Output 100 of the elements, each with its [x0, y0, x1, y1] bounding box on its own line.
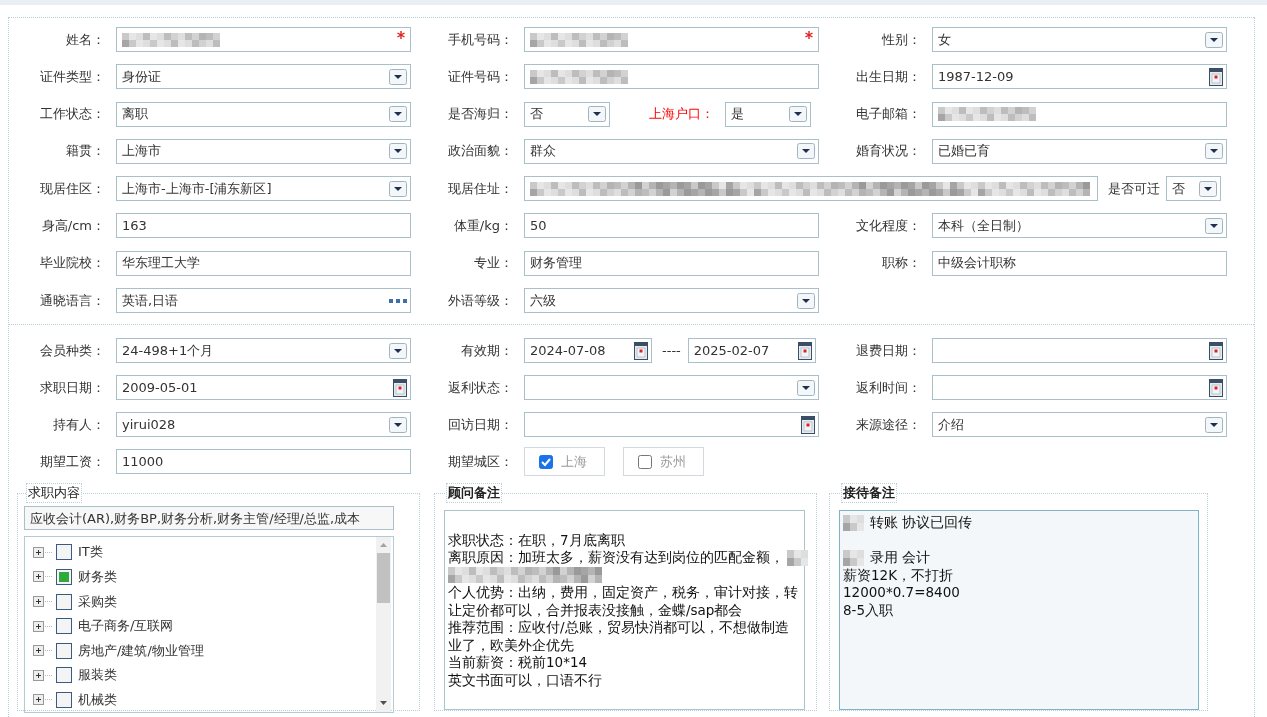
- dropdown-field[interactable]: 介绍: [932, 412, 1227, 438]
- expand-icon[interactable]: [33, 645, 53, 657]
- text-field[interactable]: 163: [116, 213, 411, 239]
- dropdown-field[interactable]: yirui028: [116, 412, 411, 438]
- tree-item[interactable]: 服装类: [78, 666, 117, 685]
- tree-item[interactable]: 电子商务/互联网: [78, 617, 174, 636]
- text-field[interactable]: 财务管理: [524, 250, 819, 276]
- tree-item[interactable]: 财务类: [78, 567, 117, 586]
- text-field[interactable]: [524, 64, 819, 90]
- expand-icon[interactable]: [33, 546, 53, 558]
- expand-icon[interactable]: [33, 620, 53, 632]
- note-text: 个人优势：出纳，费用，固定资产，税务，审计对接，转: [448, 584, 798, 602]
- dropdown-caret-icon[interactable]: [797, 379, 815, 396]
- note-text: 英文书面可以，口语不行: [448, 671, 602, 690]
- field-label: 文化程度：: [855, 217, 921, 235]
- dropdown-caret-icon[interactable]: [1205, 143, 1223, 160]
- dropdown-field[interactable]: 女: [932, 27, 1227, 52]
- dropdown-caret-icon[interactable]: [1205, 218, 1223, 234]
- dropdown-caret-icon[interactable]: [389, 416, 407, 433]
- calendar-icon[interactable]: [797, 341, 812, 360]
- dropdown-caret-icon[interactable]: [389, 342, 407, 359]
- text-field[interactable]: [524, 176, 1098, 202]
- scrollbar[interactable]: [376, 537, 391, 713]
- field-label: 外语等级：: [447, 291, 513, 310]
- dropdown-caret-icon[interactable]: [1205, 31, 1223, 48]
- tree-item[interactable]: 采购类: [78, 592, 117, 611]
- note-text: 12000*0.7=8400: [843, 584, 960, 602]
- date-field[interactable]: [932, 338, 1227, 364]
- dropdown-field[interactable]: 否: [524, 101, 610, 127]
- dropdown-caret-icon[interactable]: [389, 106, 407, 123]
- expand-icon[interactable]: [33, 596, 53, 608]
- more-dots-icon[interactable]: [389, 298, 407, 303]
- checkbox[interactable]: [539, 454, 553, 469]
- calendar-icon[interactable]: [801, 415, 815, 434]
- date-field[interactable]: [524, 412, 819, 438]
- dropdown-caret-icon[interactable]: [389, 143, 407, 160]
- dropdown-caret-icon[interactable]: [1199, 180, 1217, 197]
- checkbox[interactable]: [56, 691, 72, 708]
- field-label: 现居住址：: [447, 179, 513, 198]
- text-field[interactable]: 中级会计职称: [932, 250, 1227, 276]
- field-label: 会员种类：: [39, 341, 105, 360]
- expand-icon[interactable]: [33, 669, 53, 681]
- dropdown-caret-icon[interactable]: [389, 180, 407, 197]
- checkbox[interactable]: [638, 454, 652, 469]
- dropdown-field[interactable]: 24-498+1个月: [116, 338, 411, 364]
- checkbox[interactable]: [56, 544, 72, 561]
- expand-icon[interactable]: [33, 694, 53, 706]
- checkbox[interactable]: [56, 568, 72, 585]
- date-field[interactable]: 1987-12-09: [932, 64, 1227, 90]
- text-field[interactable]: 11000: [116, 449, 411, 475]
- checkbox[interactable]: [56, 618, 72, 635]
- text-field[interactable]: [116, 27, 411, 52]
- dropdown-caret-icon[interactable]: [588, 106, 606, 123]
- dropdown-field[interactable]: 群众: [524, 138, 819, 164]
- notes-area[interactable]: 求职状态：在职，7月底离职 离职原因：加班太多，薪资没有达到岗位的匹配金额， 个人优势：出纳，费用，固定资产，税务，审计对接，转 让定价都可以，合并报表没接触，金蝶/sap都会 推荐范围：应收付/总账，贸易快消都可以，不想做制造 业了，欧美外企优先 当前薪资：税前10*14 英文书面可以，口语不行: [444, 510, 805, 711]
- note-text: 录用 会计: [870, 549, 931, 567]
- calendar-icon[interactable]: [1209, 378, 1223, 397]
- text-field[interactable]: 50: [524, 213, 819, 239]
- dropdown-field[interactable]: 已婚已育: [932, 138, 1227, 164]
- dropdown-field[interactable]: 是: [725, 101, 811, 127]
- tree-item[interactable]: 房地产/建筑/物业管理: [78, 641, 204, 660]
- calendar-icon[interactable]: [1209, 67, 1223, 86]
- dropdown-field[interactable]: 六级: [524, 288, 819, 314]
- checkbox[interactable]: [56, 642, 72, 659]
- dropdown-field[interactable]: 上海市: [116, 138, 411, 164]
- text-field[interactable]: [524, 27, 819, 52]
- dropdown-field[interactable]: 身份证: [116, 64, 411, 90]
- notes-area[interactable]: 转账 协议已回传 录用 会计 薪资12K，不打折 12000*0.7=8400 8-5入职: [839, 510, 1199, 711]
- checkbox[interactable]: [56, 667, 72, 684]
- note-text: 让定价都可以，合并报表没接触，金蝶/sap都会: [448, 601, 743, 620]
- dropdown-field[interactable]: [524, 375, 819, 401]
- field-label: 返利时间：: [855, 378, 921, 397]
- calendar-icon[interactable]: [1209, 341, 1223, 360]
- expand-icon[interactable]: [33, 571, 53, 583]
- dropdown-field[interactable]: 否: [1166, 176, 1221, 202]
- dropdown-field[interactable]: 离职: [116, 101, 411, 127]
- dropdown-field[interactable]: 本科（全日制）: [932, 213, 1227, 239]
- dropdown-caret-icon[interactable]: [389, 68, 407, 85]
- field-label: 出生日期：: [855, 67, 921, 86]
- dropdown-caret-icon[interactable]: [797, 292, 815, 309]
- tree-item[interactable]: 机械类: [78, 690, 117, 709]
- date-field[interactable]: 2025-02-07: [687, 338, 816, 364]
- date-field[interactable]: 2009-05-01: [116, 375, 411, 401]
- date-field[interactable]: 2024-07-08: [524, 338, 652, 364]
- tree-item[interactable]: IT类: [78, 543, 103, 562]
- checkbox[interactable]: [56, 593, 72, 610]
- dropdown-field[interactable]: 上海市-上海市-[浦东新区]: [116, 176, 411, 202]
- text-field[interactable]: 华东理工大学: [116, 250, 411, 276]
- calendar-icon[interactable]: [393, 378, 407, 397]
- date-field[interactable]: [932, 375, 1227, 401]
- note-text: 转账 协议已回传: [870, 514, 973, 532]
- selection-field[interactable]: 应收会计(AR),财务BP,财务分析,财务主管/经理/总监,成本: [24, 506, 394, 531]
- text-field[interactable]: [932, 101, 1227, 127]
- field-label: 求职日期：: [39, 378, 105, 397]
- dropdown-caret-icon[interactable]: [1205, 416, 1223, 433]
- lookup-field[interactable]: 英语,日语: [116, 288, 411, 314]
- calendar-icon[interactable]: [634, 341, 648, 360]
- dropdown-caret-icon[interactable]: [797, 143, 815, 160]
- field-label: 职称：: [881, 254, 921, 273]
- dropdown-caret-icon[interactable]: [789, 106, 807, 123]
